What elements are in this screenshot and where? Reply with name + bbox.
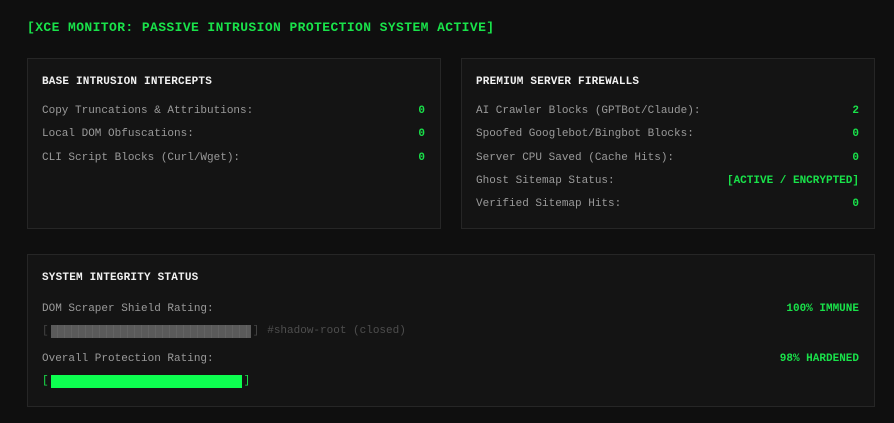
stat-label: Copy Truncations & Attributions: bbox=[42, 105, 254, 117]
stat-row-ai-crawler-blocks: AI Crawler Blocks (GPTBot/Claude): 2 bbox=[476, 104, 859, 118]
shield-bar-fill bbox=[50, 324, 251, 338]
base-intrusion-panel: BASE INTRUSION INTERCEPTS Copy Truncatio… bbox=[27, 58, 441, 229]
stat-label: CLI Script Blocks (Curl/Wget): bbox=[42, 152, 241, 164]
stat-row-spoofed-bot-blocks: Spoofed Googlebot/Bingbot Blocks: 0 bbox=[476, 127, 859, 141]
page-title: [XCE MONITOR: PASSIVE INTRUSION PROTECTI… bbox=[27, 20, 495, 35]
overall-bar-fill bbox=[50, 374, 242, 388]
bar-open-bracket: [ bbox=[42, 375, 49, 387]
stat-label: AI Crawler Blocks (GPTBot/Claude): bbox=[476, 105, 701, 117]
bar-close-bracket: ] bbox=[243, 375, 251, 387]
panel-title: BASE INTRUSION INTERCEPTS bbox=[42, 76, 213, 88]
shield-bar-track bbox=[50, 324, 251, 338]
stat-row-cli-blocks: CLI Script Blocks (Curl/Wget): 0 bbox=[42, 151, 425, 165]
stat-row-ghost-sitemap: Ghost Sitemap Status: [ACTIVE / ENCRYPTE… bbox=[476, 174, 859, 188]
stat-value: 0 bbox=[418, 128, 425, 140]
panel-title: SYSTEM INTEGRITY STATUS bbox=[42, 272, 199, 284]
stat-row-copy-truncations: Copy Truncations & Attributions: 0 bbox=[42, 104, 425, 118]
overall-rating-label: Overall Protection Rating: bbox=[42, 353, 214, 365]
shadow-root-note: #shadow-root (closed) bbox=[267, 325, 406, 337]
stat-value: 2 bbox=[852, 105, 859, 117]
stat-label: Local DOM Obfuscations: bbox=[42, 128, 194, 140]
system-integrity-panel: SYSTEM INTEGRITY STATUS DOM Scraper Shie… bbox=[27, 254, 875, 407]
stat-label: Server CPU Saved (Cache Hits): bbox=[476, 152, 675, 164]
overall-rating-value: 98% HARDENED bbox=[779, 353, 859, 365]
stat-value: 0 bbox=[418, 105, 425, 117]
panel-title: PREMIUM SERVER FIREWALLS bbox=[476, 76, 640, 88]
shield-rating-row: DOM Scraper Shield Rating: 100% IMMUNE bbox=[42, 302, 859, 316]
shield-rating-bar: [ ] #shadow-root (closed) bbox=[42, 323, 406, 339]
stat-value: 0 bbox=[852, 198, 859, 210]
overall-rating-bar: [ ] bbox=[42, 373, 250, 389]
shield-rating-value: 100% IMMUNE bbox=[786, 303, 859, 315]
monitor-page: [XCE MONITOR: PASSIVE INTRUSION PROTECTI… bbox=[0, 0, 894, 423]
shield-rating-label: DOM Scraper Shield Rating: bbox=[42, 303, 214, 315]
stat-value: 0 bbox=[852, 152, 859, 164]
stat-row-cpu-saved: Server CPU Saved (Cache Hits): 0 bbox=[476, 151, 859, 165]
stat-value: 0 bbox=[418, 152, 425, 164]
stat-label: Spoofed Googlebot/Bingbot Blocks: bbox=[476, 128, 694, 140]
overall-rating-row: Overall Protection Rating: 98% HARDENED bbox=[42, 352, 859, 366]
stat-value: 0 bbox=[852, 128, 859, 140]
bar-close-bracket: ] bbox=[252, 325, 260, 337]
bar-open-bracket: [ bbox=[42, 325, 49, 337]
overall-bar-track bbox=[50, 374, 242, 388]
stat-row-sitemap-hits: Verified Sitemap Hits: 0 bbox=[476, 197, 859, 211]
status-badge: [ACTIVE / ENCRYPTED] bbox=[726, 175, 859, 187]
stat-label: Ghost Sitemap Status: bbox=[476, 175, 615, 187]
stat-label: Verified Sitemap Hits: bbox=[476, 198, 622, 210]
premium-firewalls-panel: PREMIUM SERVER FIREWALLS AI Crawler Bloc… bbox=[461, 58, 875, 229]
stat-row-dom-obfuscations: Local DOM Obfuscations: 0 bbox=[42, 127, 425, 141]
